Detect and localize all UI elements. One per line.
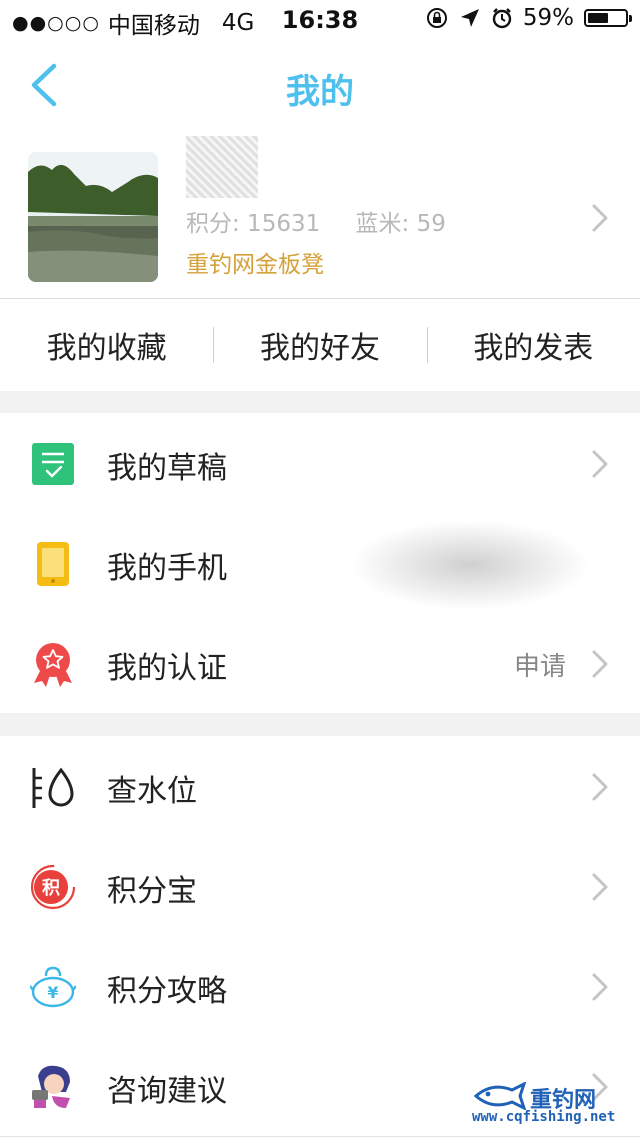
points-guide-icon: ¥: [30, 966, 76, 1008]
points-label: 积分: 15631: [186, 211, 321, 237]
menu-item-certification[interactable]: 我的认证 申请: [0, 613, 640, 714]
menu-item-label: 我的手机: [107, 551, 227, 586]
menu-item-label: 积分攻略: [107, 974, 227, 1009]
battery-fill: [588, 13, 609, 23]
tab-favorites[interactable]: 我的收藏: [0, 299, 213, 391]
menu-item-points-treasure[interactable]: 积 积分宝: [0, 836, 640, 937]
battery-icon: [584, 9, 632, 27]
profile-stats: 积分: 15631 蓝米: 59: [186, 204, 446, 238]
profile-tabs: 我的收藏 我的好友 我的发表: [0, 298, 640, 392]
menu-item-label: 我的认证: [107, 651, 227, 686]
section-divider: [0, 391, 640, 413]
certification-badge-icon: [34, 643, 72, 687]
draft-icon: [32, 443, 74, 485]
alarm-icon: [492, 8, 512, 29]
phone-icon: [37, 542, 69, 586]
points-treasure-glyph: 积: [42, 878, 60, 899]
chevron-right-icon: [592, 204, 608, 232]
chevron-right-icon: [592, 450, 608, 478]
yuan-glyph: ¥: [47, 983, 58, 1002]
menu-item-label: 咨询建议: [107, 1074, 227, 1109]
watermark-url: www.cqfishing.net: [472, 1109, 616, 1125]
site-watermark: 重钓网 www.cqfishing.net: [472, 1082, 632, 1130]
fish-logo-icon: [473, 1082, 527, 1110]
points-treasure-icon: 积: [30, 864, 76, 910]
battery-percent: 59%: [522, 5, 574, 31]
tab-friends[interactable]: 我的好友: [213, 299, 426, 391]
redaction-smudge: [350, 520, 590, 610]
navigation-bar: 我的: [0, 40, 640, 128]
menu-item-label: 积分宝: [107, 874, 197, 909]
menu-item-points-guide[interactable]: ¥ 积分攻略: [0, 936, 640, 1037]
section-divider: [0, 713, 640, 736]
rotation-lock-icon: [426, 8, 447, 28]
chevron-right-icon: [592, 973, 608, 1001]
chevron-right-icon: [592, 773, 608, 801]
location-arrow-icon: [460, 9, 479, 27]
menu-item-label: 查水位: [107, 774, 197, 809]
chevron-right-icon: [592, 873, 608, 901]
profile-header[interactable]: 积分: 15631 蓝米: 59 重钓网金板凳: [0, 128, 640, 298]
tab-posts[interactable]: 我的发表: [426, 299, 640, 391]
lanmi-label: 蓝米: 59: [355, 211, 446, 237]
username-redacted: [186, 136, 258, 198]
avatar[interactable]: [28, 152, 158, 282]
menu-item-water-level[interactable]: 查水位: [0, 736, 640, 837]
menu-item-drafts[interactable]: 我的草稿: [0, 413, 640, 514]
status-right: 59%: [425, 5, 632, 31]
page-title: 我的: [286, 72, 354, 112]
advice-avatar-icon: [32, 1065, 70, 1108]
menu-item-label: 我的草稿: [107, 451, 227, 486]
member-level: 重钓网金板凳: [186, 252, 324, 278]
apply-label[interactable]: 申请: [514, 646, 566, 683]
status-bar: ●●○○○ 中国移动 4G 16:38 59%: [0, 0, 640, 40]
water-level-icon: [32, 767, 74, 808]
chevron-right-icon: [592, 650, 608, 678]
